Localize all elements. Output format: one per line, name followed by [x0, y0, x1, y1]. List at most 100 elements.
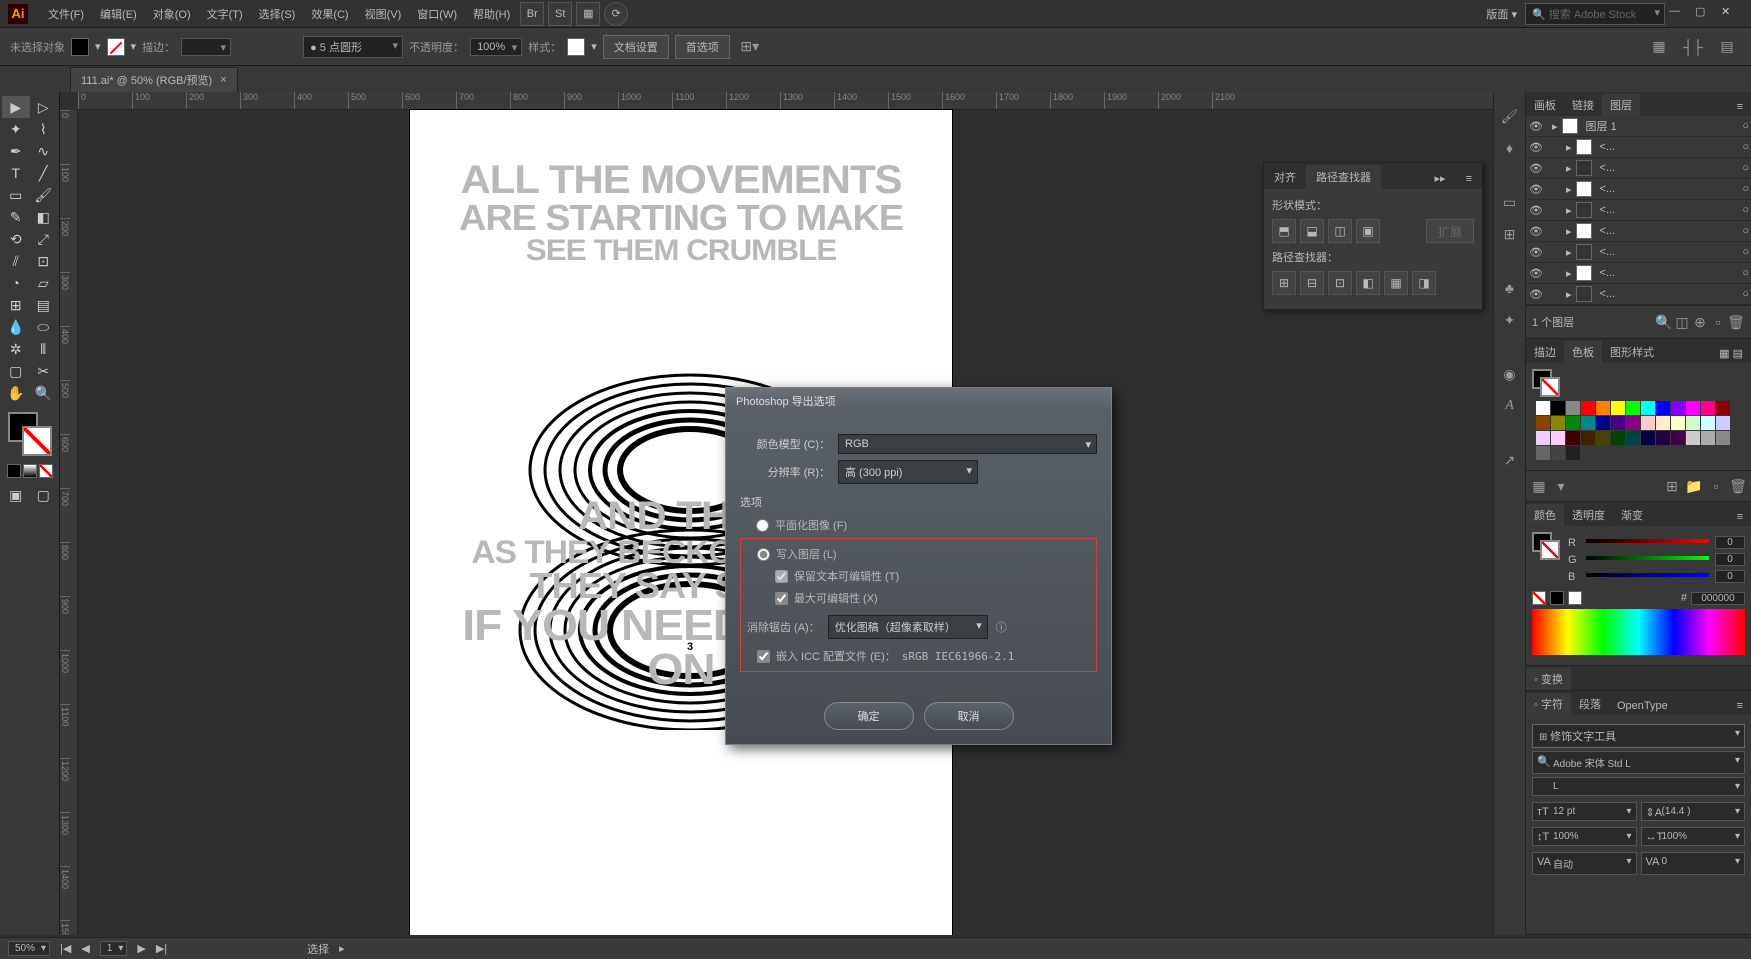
canvas-area[interactable]: 0100200300400500600700800900100011001200…: [60, 92, 1493, 935]
menu-select[interactable]: 选择(S): [251, 6, 304, 22]
strip-symbols-icon[interactable]: ♦: [1496, 134, 1524, 162]
gradient-tool[interactable]: ▤: [30, 294, 58, 316]
swatch[interactable]: [1536, 401, 1550, 415]
color-mode-swatch[interactable]: [7, 464, 21, 478]
align-icon[interactable]: ⊞▾: [736, 33, 764, 61]
status-menu-icon[interactable]: ▸: [339, 942, 345, 955]
swatch[interactable]: [1671, 416, 1685, 430]
document-tab[interactable]: 111.ai* @ 50% (RGB/预览) ×: [70, 67, 238, 92]
sync-icon[interactable]: ⟳: [604, 2, 628, 26]
menu-effect[interactable]: 效果(C): [303, 6, 356, 22]
swatch[interactable]: [1611, 431, 1625, 445]
layer-row[interactable]: 👁▸<...○: [1526, 284, 1751, 305]
new-swatch-icon[interactable]: ▫: [1707, 477, 1725, 495]
tab-layers[interactable]: 图层: [1602, 94, 1640, 116]
swatch[interactable]: [1716, 431, 1730, 445]
arrange-icon[interactable]: ▦: [576, 2, 600, 26]
perspective-tool[interactable]: ▱: [30, 272, 58, 294]
layer-row[interactable]: 👁▸<...○: [1526, 200, 1751, 221]
layer-row[interactable]: 👁▸<...○: [1526, 179, 1751, 200]
swatch[interactable]: [1626, 401, 1640, 415]
swatch[interactable]: [1641, 431, 1655, 445]
paintbrush-tool[interactable]: 🖌: [30, 184, 58, 206]
close-button[interactable]: ✕: [1721, 5, 1739, 23]
shaper-tool[interactable]: ✎: [2, 206, 30, 228]
vscale-dropdown[interactable]: 100%: [1532, 827, 1637, 846]
tab-align[interactable]: 对齐: [1264, 165, 1306, 189]
swatch[interactable]: [1701, 401, 1715, 415]
swatch[interactable]: [1581, 416, 1595, 430]
swatch[interactable]: [1566, 401, 1580, 415]
mesh-tool[interactable]: ⊞: [2, 294, 30, 316]
tab-opentype[interactable]: OpenType: [1609, 697, 1676, 715]
menu-view[interactable]: 视图(V): [357, 6, 410, 22]
touch-type-button[interactable]: ⊞ 修饰文字工具: [1532, 724, 1745, 748]
swatch[interactable]: [1626, 431, 1640, 445]
zoom-dropdown[interactable]: 50%: [8, 941, 50, 956]
swatch[interactable]: [1581, 401, 1595, 415]
swatch[interactable]: [1686, 401, 1700, 415]
document-setup-button[interactable]: 文档设置: [603, 35, 669, 59]
artboard-nav-dropdown[interactable]: 1: [100, 941, 128, 956]
menu-object[interactable]: 对象(O): [145, 6, 199, 22]
font-style-dropdown[interactable]: L: [1532, 777, 1745, 796]
panel-menu-icon[interactable]: ≡: [1456, 169, 1482, 189]
swatch-menu-icon[interactable]: ▾: [1552, 477, 1570, 495]
r-value[interactable]: 0: [1715, 536, 1745, 549]
kerning-dropdown[interactable]: 自动: [1532, 852, 1637, 875]
tab-transform[interactable]: ◦ 变换: [1526, 668, 1571, 690]
preferences-button[interactable]: 首选项: [675, 35, 730, 59]
swatches-view-icon[interactable]: ▦ ▤: [1711, 344, 1751, 363]
nav-first-icon[interactable]: |◀: [60, 942, 71, 955]
antialias-dropdown[interactable]: 优化图稿（超像素取样）: [828, 615, 988, 639]
swatch[interactable]: [1686, 431, 1700, 445]
none-mode-swatch[interactable]: [39, 464, 53, 478]
expand-button[interactable]: 扩展: [1426, 219, 1474, 243]
write-layers-radio[interactable]: 写入图层 (L): [741, 543, 1096, 565]
divide-icon[interactable]: ⊞: [1272, 271, 1296, 295]
strip-pathfinder-icon[interactable]: ⊞: [1496, 220, 1524, 248]
font-size-dropdown[interactable]: 12 pt: [1532, 802, 1637, 821]
max-editability-checkbox[interactable]: 最大可编辑性 (X): [741, 587, 1096, 609]
brush-dropdown[interactable]: ● 5 点圆形: [303, 36, 403, 58]
stroke-weight-dropdown[interactable]: [181, 38, 231, 56]
free-transform-tool[interactable]: ⊡: [30, 250, 58, 272]
swatch[interactable]: [1551, 416, 1565, 430]
new-sublayer-icon[interactable]: ⊕: [1691, 313, 1709, 331]
screen-mode-normal[interactable]: ▣: [2, 484, 30, 506]
eraser-tool[interactable]: ◧: [30, 206, 58, 228]
swatch[interactable]: [1536, 431, 1550, 445]
font-family-dropdown[interactable]: Adobe 宋体 Std L: [1532, 751, 1745, 774]
line-tool[interactable]: ╱: [30, 162, 58, 184]
scale-tool[interactable]: ⤢: [30, 228, 58, 250]
minus-front-icon[interactable]: ⬓: [1300, 219, 1324, 243]
layer-row[interactable]: 👁▸<...○: [1526, 221, 1751, 242]
flatten-radio[interactable]: 平面化图像 (F): [740, 514, 1097, 536]
unite-icon[interactable]: ⬒: [1272, 219, 1296, 243]
swatch-lib-icon[interactable]: ▦: [1530, 477, 1548, 495]
graph-tool[interactable]: ⫴: [30, 338, 58, 360]
bridge-icon[interactable]: Br: [520, 2, 544, 26]
trim-icon[interactable]: ⊟: [1300, 271, 1324, 295]
swatch[interactable]: [1671, 431, 1685, 445]
tab-links[interactable]: 链接: [1564, 94, 1602, 116]
swatch[interactable]: [1701, 416, 1715, 430]
swatch[interactable]: [1671, 401, 1685, 415]
swatch[interactable]: [1536, 446, 1550, 460]
hex-value[interactable]: 000000: [1691, 592, 1745, 605]
zoom-tool[interactable]: 🔍: [30, 382, 58, 404]
tab-pathfinder[interactable]: 路径查找器: [1306, 165, 1381, 189]
swatch[interactable]: [1701, 431, 1715, 445]
panel-menu-icon[interactable]: ≡: [1729, 697, 1751, 715]
nav-next-icon[interactable]: ▶: [137, 942, 145, 955]
swatch[interactable]: [1686, 416, 1700, 430]
layer-row[interactable]: 👁▸<...○: [1526, 158, 1751, 179]
swatches-grid[interactable]: [1532, 397, 1745, 464]
workspace-dropdown[interactable]: 版面 ▾: [1478, 6, 1525, 22]
nav-prev-icon[interactable]: ◀: [81, 942, 89, 955]
artboard-tool[interactable]: ▢: [2, 360, 30, 382]
strip-brushes-icon[interactable]: 🖌: [1496, 102, 1524, 130]
panel-menu-icon[interactable]: ≡: [1729, 98, 1751, 116]
opacity-dropdown[interactable]: 100%: [470, 38, 522, 56]
swatch[interactable]: [1551, 401, 1565, 415]
